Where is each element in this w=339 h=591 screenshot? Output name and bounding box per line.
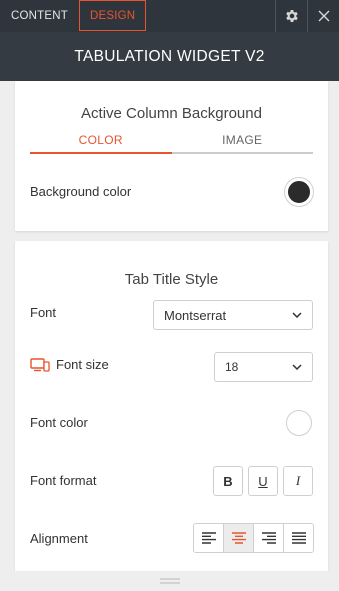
align-center-icon [231, 532, 246, 544]
subtab-image[interactable]: IMAGE [171, 132, 313, 154]
align-justify-button[interactable] [283, 524, 313, 552]
align-left-button[interactable] [194, 524, 223, 552]
tab-design[interactable]: DESIGN [78, 0, 147, 31]
active-column-background-card: Active Column Background COLOR IMAGE Bac… [15, 81, 328, 231]
italic-button[interactable]: I [283, 466, 313, 496]
chevron-down-icon [292, 364, 302, 370]
close-icon [318, 10, 329, 22]
align-right-icon [261, 532, 276, 544]
align-left-icon [201, 532, 216, 544]
font-color-label: Font color [30, 415, 88, 430]
align-justify-icon [291, 532, 306, 544]
bold-button[interactable]: B [213, 466, 243, 496]
grip-icon [159, 578, 180, 584]
alignment-buttons [193, 523, 314, 553]
font-label: Font [30, 305, 57, 320]
gear-icon [285, 10, 298, 22]
close-button[interactable] [307, 0, 339, 32]
top-bar-spacer [146, 0, 275, 32]
panel-resize-handle[interactable] [0, 571, 339, 591]
font-select-value: Montserrat [164, 307, 227, 323]
font-color-swatch[interactable] [286, 410, 312, 436]
top-bar: CONTENT DESIGN [0, 0, 339, 32]
background-color-label: Background color [30, 184, 132, 199]
background-color-swatch[interactable] [285, 178, 313, 206]
desktop-mobile-icon[interactable] [30, 357, 50, 372]
subtab-color[interactable]: COLOR [30, 132, 172, 154]
font-format-buttons: B U I [213, 466, 313, 496]
font-size-row-label: Font size [30, 357, 109, 372]
font-format-label: Font format [30, 473, 97, 488]
tab-content[interactable]: CONTENT [0, 0, 79, 32]
settings-button[interactable] [275, 0, 307, 32]
tab-title-style-card: Tab Title Style Font Montserrat Font siz… [15, 241, 328, 571]
chevron-down-icon [292, 312, 302, 318]
underline-button[interactable]: U [248, 466, 278, 496]
section-title: Active Column Background [81, 105, 262, 122]
align-right-button[interactable] [253, 524, 283, 552]
widget-title: TABULATION WIDGET V2 [0, 32, 339, 81]
font-size-select[interactable]: 18 [214, 352, 313, 382]
align-center-button[interactable] [223, 524, 253, 552]
color-image-tabs: COLOR IMAGE [30, 132, 313, 154]
font-size-label: Font size [56, 357, 109, 372]
alignment-label: Alignment [30, 531, 88, 546]
section-title: Tab Title Style [124, 271, 219, 288]
font-size-value: 18 [225, 360, 239, 374]
font-select[interactable]: Montserrat [153, 300, 313, 330]
